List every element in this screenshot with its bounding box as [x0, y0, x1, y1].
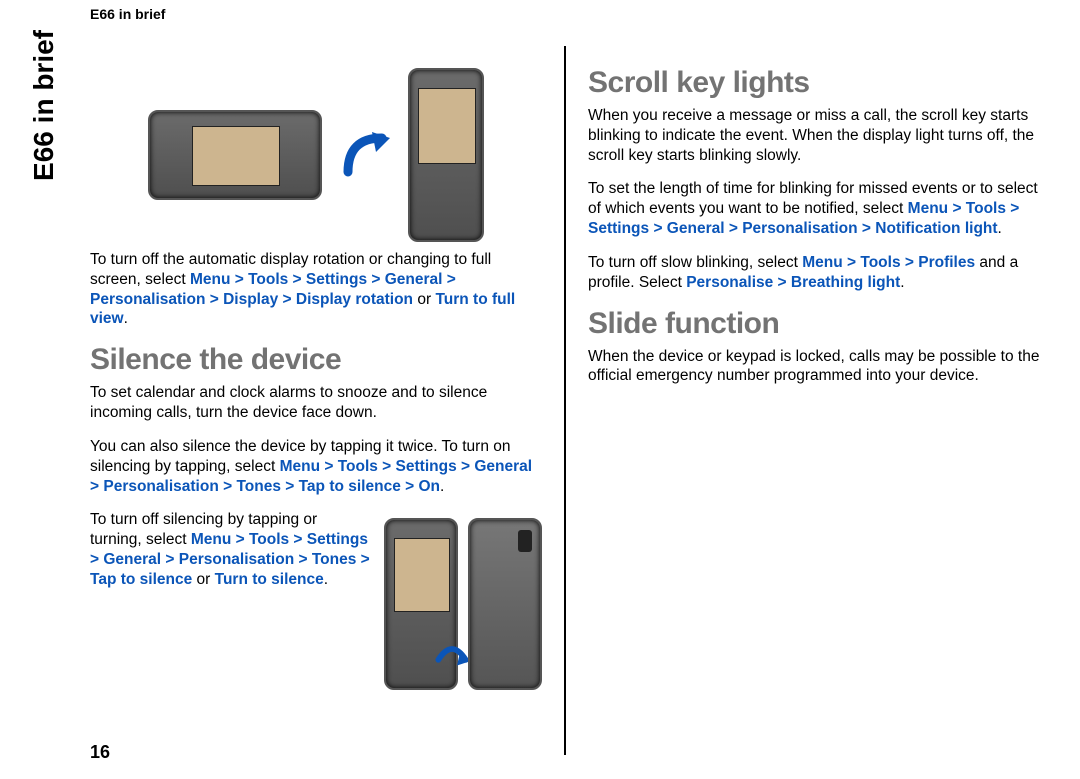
- page-number: 16: [90, 742, 110, 763]
- text: or: [413, 291, 435, 308]
- menu-path: Menu > Tools > Profiles: [802, 254, 975, 271]
- phone-screen-icon: [192, 126, 280, 186]
- menu-path: Personalise > Breathing light: [686, 274, 900, 291]
- text: .: [900, 274, 904, 291]
- phone-screen-icon: [418, 88, 476, 164]
- phone-screen-icon: [394, 538, 450, 612]
- rotation-paragraph: To turn off the automatic display rotati…: [90, 250, 542, 329]
- phone-back-icon: [468, 518, 542, 690]
- heading-slide: Slide function: [588, 307, 1040, 341]
- slide-p1: When the device or keypad is locked, cal…: [588, 347, 1040, 387]
- rotation-figure: [90, 70, 542, 240]
- heading-silence: Silence the device: [90, 343, 542, 377]
- text: .: [440, 478, 444, 495]
- manual-page: E66 in brief E66 in brief 16 To turn off…: [0, 0, 1080, 779]
- phone-portrait-icon: [408, 68, 484, 242]
- text: .: [324, 571, 328, 588]
- running-head: E66 in brief: [90, 6, 165, 22]
- phone-landscape-icon: [148, 110, 322, 200]
- tap-figure: [384, 514, 542, 694]
- side-tab-text: E66 in brief: [28, 30, 60, 181]
- scroll-p2: To set the length of time for blinking f…: [588, 179, 1040, 238]
- text: .: [124, 310, 128, 327]
- content-columns: To turn off the automatic display rotati…: [90, 12, 1040, 755]
- side-tab: E66 in brief: [28, 0, 60, 30]
- right-column: Scroll key lights When you receive a mes…: [564, 46, 1040, 755]
- left-column: To turn off the automatic display rotati…: [90, 46, 564, 755]
- text: .: [998, 220, 1002, 237]
- silence-p2: You can also silence the device by tappi…: [90, 437, 542, 496]
- menu-path: Turn to silence: [215, 571, 324, 588]
- scroll-p1: When you receive a message or miss a cal…: [588, 106, 1040, 165]
- heading-scroll: Scroll key lights: [588, 66, 1040, 100]
- scroll-p3: To turn off slow blinking, select Menu >…: [588, 253, 1040, 293]
- rotation-arrow-icon: [340, 130, 390, 180]
- text: or: [192, 571, 214, 588]
- text: To turn off slow blinking, select: [588, 254, 802, 271]
- flip-arrow-icon: [434, 631, 470, 667]
- silence-p1: To set calendar and clock alarms to snoo…: [90, 383, 542, 423]
- silence-p3-wrap: To turn off silencing by tapping or turn…: [90, 510, 542, 698]
